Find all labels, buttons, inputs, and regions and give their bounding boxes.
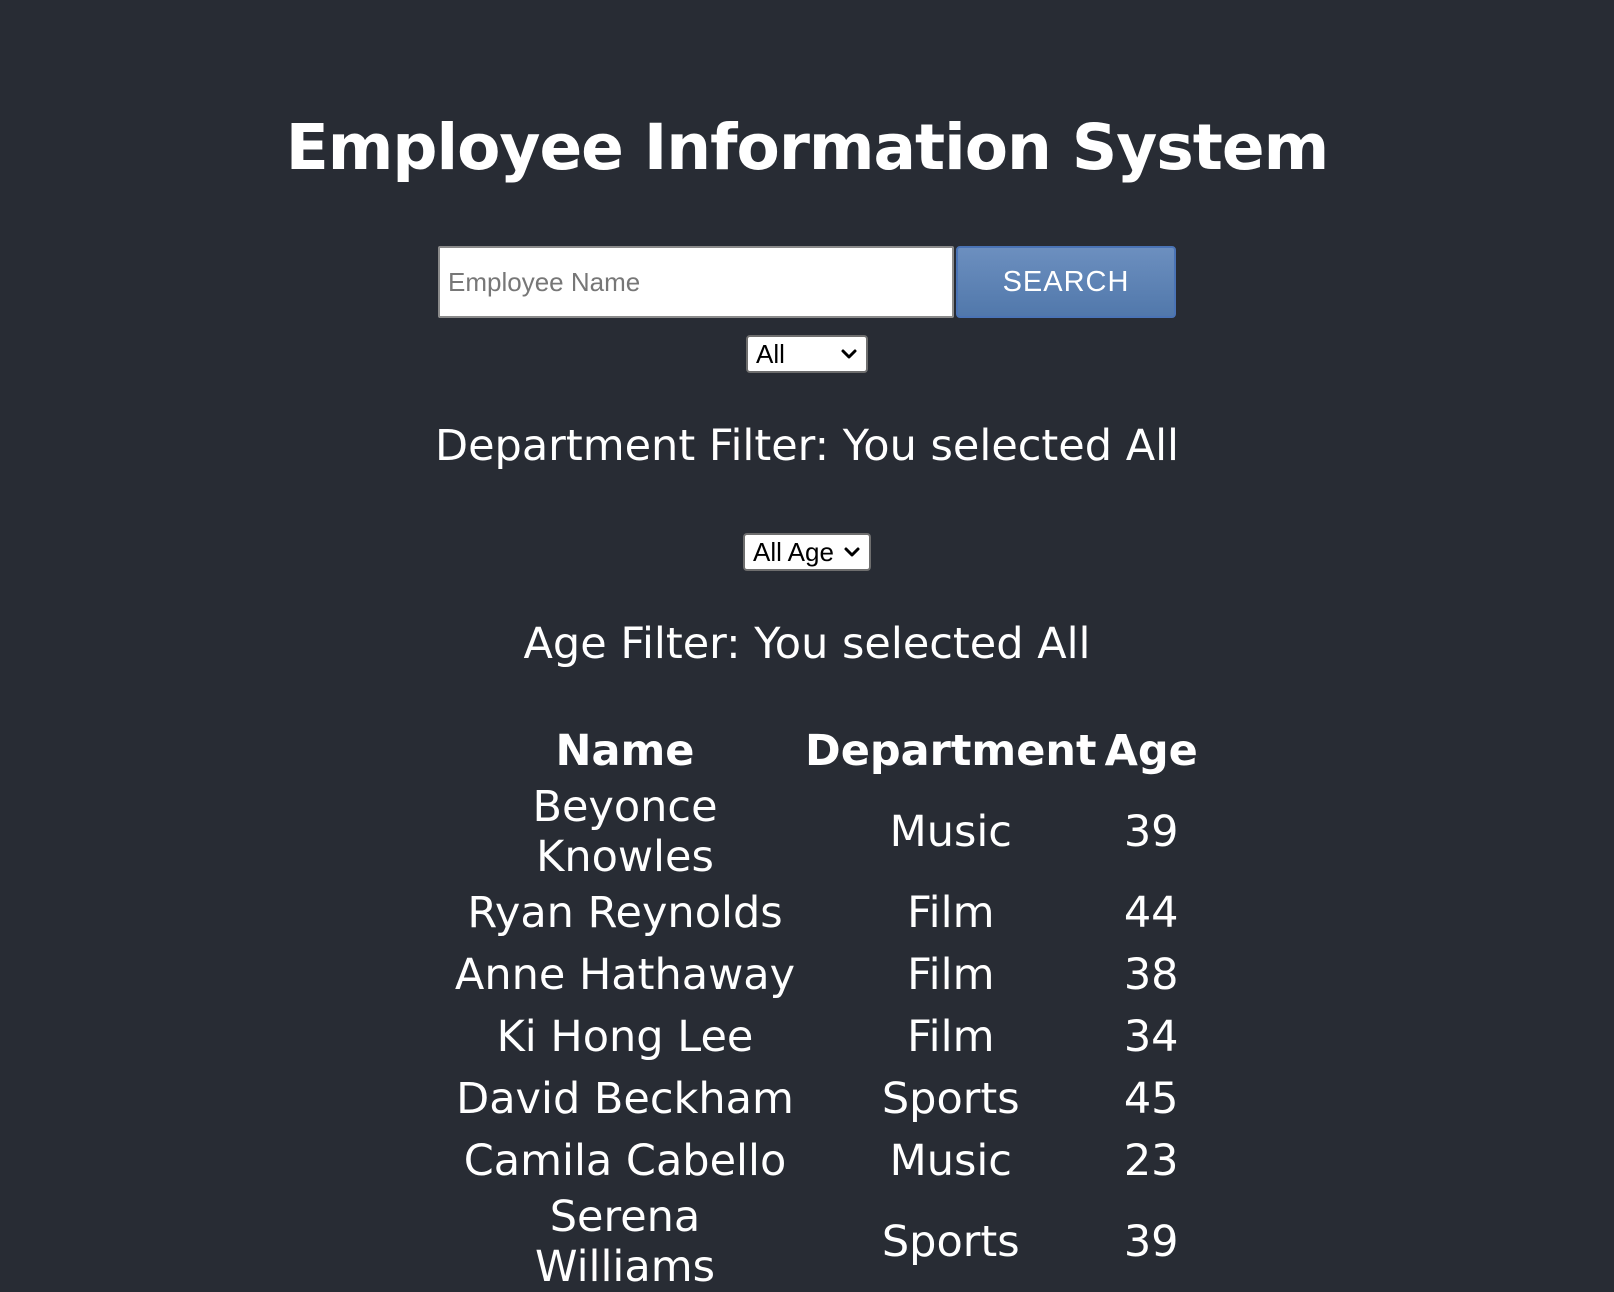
- table-row: Camila Cabello Music 23: [449, 1130, 1202, 1192]
- employee-name-cell: Ki Hong Lee: [496, 1012, 754, 1062]
- employee-department-cell: Film: [907, 888, 995, 938]
- table-row: Anne Hathaway Film 38: [449, 944, 1202, 1006]
- employee-name-input[interactable]: [438, 246, 954, 318]
- search-button[interactable]: SEARCH: [956, 246, 1176, 318]
- table-row: Ryan Reynolds Film 44: [449, 882, 1202, 944]
- department-select[interactable]: All: [746, 335, 868, 373]
- age-select[interactable]: All Age: [743, 533, 871, 571]
- app-root: Employee Information System SEARCH All D…: [0, 0, 1614, 1292]
- employee-department-cell: Music: [889, 807, 1012, 857]
- column-header-name: Name: [555, 726, 695, 776]
- search-bar: SEARCH: [438, 246, 1176, 318]
- chevron-down-icon: [841, 349, 857, 359]
- employee-age-cell: 44: [1123, 888, 1179, 938]
- employee-department-cell: Film: [907, 1012, 995, 1062]
- employee-table: Name Department Age Beyonce Knowles Musi…: [449, 720, 1202, 1292]
- age-filter-status: Age Filter: You selected All: [523, 619, 1091, 669]
- column-header-age: Age: [1104, 726, 1198, 776]
- employee-department-cell: Music: [889, 1136, 1012, 1186]
- table-row: Ki Hong Lee Film 34: [449, 1006, 1202, 1068]
- employee-age-cell: 34: [1123, 1012, 1179, 1062]
- age-select-value: All Age: [753, 536, 834, 567]
- employee-name-cell: Serena Williams: [535, 1192, 715, 1292]
- employee-department-cell: Sports: [881, 1074, 1020, 1124]
- employee-age-cell: 45: [1123, 1074, 1179, 1124]
- employee-department-cell: Sports: [881, 1217, 1020, 1267]
- table-header-row: Name Department Age: [449, 720, 1202, 782]
- table-row: Serena Williams Sports 39: [449, 1192, 1202, 1292]
- column-header-department: Department: [805, 726, 1097, 776]
- employee-name-cell: Camila Cabello: [463, 1136, 787, 1186]
- chevron-down-icon: [844, 547, 860, 557]
- page-title: Employee Information System: [285, 111, 1330, 184]
- department-select-value: All: [756, 338, 785, 369]
- employee-name-cell: Ryan Reynolds: [467, 888, 783, 938]
- employee-age-cell: 23: [1123, 1136, 1179, 1186]
- employee-department-cell: Film: [907, 950, 995, 1000]
- employee-name-cell: Beyonce Knowles: [532, 782, 718, 882]
- employee-name-cell: David Beckham: [456, 1074, 794, 1124]
- table-row: David Beckham Sports 45: [449, 1068, 1202, 1130]
- table-row: Beyonce Knowles Music 39: [449, 782, 1202, 882]
- employee-name-cell: Anne Hathaway: [454, 950, 796, 1000]
- employee-age-cell: 39: [1123, 1217, 1179, 1267]
- department-filter-status: Department Filter: You selected All: [434, 421, 1180, 471]
- employee-age-cell: 39: [1123, 807, 1179, 857]
- employee-age-cell: 38: [1123, 950, 1179, 1000]
